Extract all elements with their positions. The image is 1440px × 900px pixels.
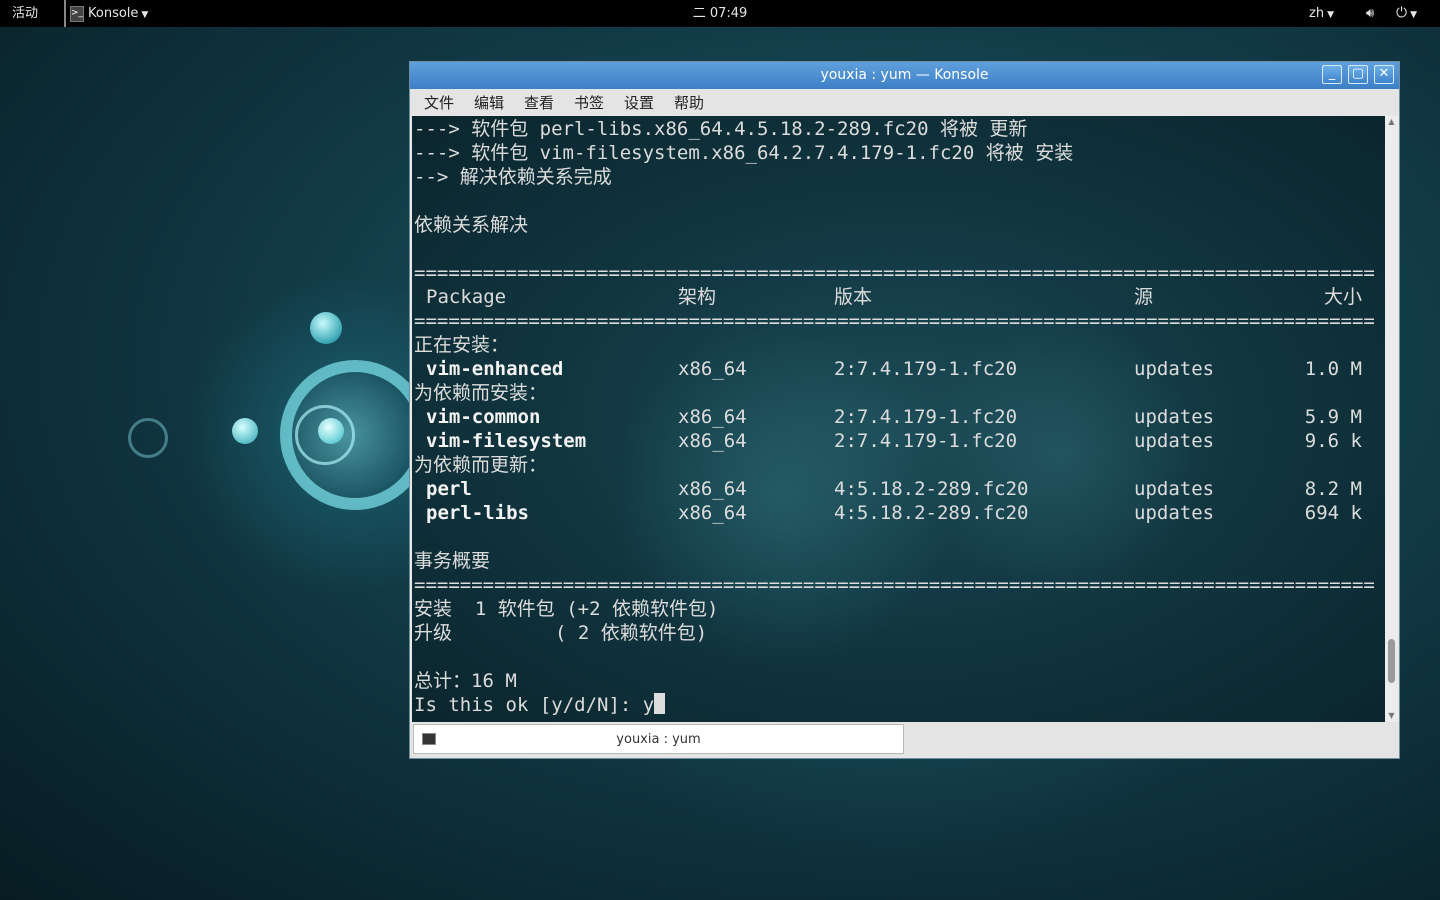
package-name: vim-filesystem	[426, 430, 587, 452]
separator-line: ========================================…	[414, 262, 1374, 284]
package-name: perl	[426, 478, 472, 500]
package-size: 694 k	[1304, 502, 1362, 524]
header-package: Package	[426, 286, 507, 308]
clock[interactable]: 二 07:49	[693, 6, 748, 21]
separator-line: ========================================…	[414, 310, 1374, 332]
menu-bookmarks[interactable]: 书签	[574, 92, 604, 113]
package-version: 4:5.18.2-289.fc20	[834, 502, 1029, 524]
input-language-menu[interactable]: zh ▼	[1309, 0, 1334, 27]
package-version: 2:7.4.179-1.fc20	[834, 430, 1018, 452]
gnome-top-bar: 活动 >_ Konsole ▼ 二 07:49 zh ▼ 🔊︎ ⏻ ▼	[0, 0, 1440, 27]
package-version: 2:7.4.179-1.fc20	[834, 406, 1018, 428]
volume-icon[interactable]: 🔊︎	[1366, 0, 1374, 27]
package-name: perl-libs	[426, 502, 529, 524]
package-size: 8.2 M	[1304, 478, 1362, 500]
terminal-line: 依赖关系解决	[414, 214, 529, 236]
text-cursor	[654, 693, 666, 714]
window-titlebar[interactable]: youxia : yum — Konsole _ ▢ ✕	[410, 62, 1399, 89]
package-repo: updates	[1134, 406, 1215, 428]
chevron-down-icon: ▼	[141, 10, 149, 20]
total-size: 总计：16 M	[414, 670, 517, 692]
separator-line: ========================================…	[414, 574, 1374, 596]
terminal-line: ---> 软件包 vim-filesystem.x86_64.2.7.4.179…	[414, 142, 1074, 164]
package-name: vim-common	[426, 406, 541, 428]
section-dep-install: 为依赖而安装：	[414, 382, 548, 404]
summary-upgrade: 升级 ( 2 依赖软件包)	[414, 622, 708, 644]
window-title: youxia : yum — Konsole	[820, 67, 989, 83]
menu-view[interactable]: 查看	[524, 92, 554, 113]
confirm-prompt: Is this ok [y/d/N]: y	[414, 693, 666, 717]
section-installing: 正在安装：	[414, 334, 510, 356]
package-version: 4:5.18.2-289.fc20	[834, 478, 1029, 500]
maximize-button[interactable]: ▢	[1348, 65, 1368, 84]
app-menu[interactable]: >_ Konsole ▼	[64, 0, 148, 27]
konsole-window: youxia : yum — Konsole _ ▢ ✕ 文件 编辑 查看 书签…	[409, 61, 1400, 759]
terminal-output[interactable]: ---> 软件包 perl-libs.x86_64.4.5.18.2-289.f…	[412, 116, 1385, 722]
wallpaper-bubble	[232, 418, 258, 444]
chevron-down-icon: ▼	[1327, 10, 1334, 20]
package-size: 5.9 M	[1304, 406, 1362, 428]
header-repo: 源	[1134, 286, 1154, 308]
package-name: vim-enhanced	[426, 358, 564, 380]
scrollbar-thumb[interactable]	[1388, 639, 1395, 683]
package-repo: updates	[1134, 430, 1215, 452]
activities-button[interactable]: 活动	[12, 0, 38, 27]
summary-install: 安装 1 软件包 (+2 依赖软件包)	[414, 598, 719, 620]
chevron-down-icon: ▼	[1410, 10, 1417, 20]
close-icon: ✕	[1378, 66, 1390, 81]
package-arch: x86_64	[678, 478, 747, 500]
package-arch: x86_64	[678, 502, 747, 524]
menu-help[interactable]: 帮助	[674, 92, 704, 113]
clock-container: 二 07:49	[0, 0, 1440, 27]
package-arch: x86_64	[678, 406, 747, 428]
app-menu-label: Konsole	[88, 6, 139, 21]
terminal-line: --> 解决依赖关系完成	[414, 166, 612, 188]
close-button[interactable]: ✕	[1374, 65, 1394, 84]
tab-session[interactable]: youxia : yum	[413, 724, 904, 754]
wallpaper-ring-small	[128, 418, 168, 458]
package-version: 2:7.4.179-1.fc20	[834, 358, 1018, 380]
power-icon[interactable]: ⏻ ▼	[1396, 0, 1417, 27]
package-arch: x86_64	[678, 430, 747, 452]
header-version: 版本	[834, 286, 873, 308]
tab-bar: youxia : yum	[410, 722, 1399, 758]
wallpaper-bubble	[318, 418, 344, 444]
section-dep-update: 为依赖而更新：	[414, 454, 548, 476]
package-arch: x86_64	[678, 358, 747, 380]
scroll-down-arrow-icon[interactable]: ▼	[1385, 710, 1398, 722]
minimize-button[interactable]: _	[1322, 65, 1342, 84]
language-label: zh	[1309, 6, 1325, 21]
wallpaper-bubble	[310, 312, 342, 344]
package-repo: updates	[1134, 502, 1215, 524]
menu-bar: 文件 编辑 查看 书签 设置 帮助	[410, 89, 1399, 115]
menu-settings[interactable]: 设置	[624, 92, 654, 113]
scroll-up-arrow-icon[interactable]: ▲	[1385, 116, 1398, 128]
menu-edit[interactable]: 编辑	[474, 92, 504, 113]
maximize-icon: ▢	[1351, 66, 1365, 81]
header-arch: 架构	[678, 286, 717, 308]
prompt-text: Is this ok [y/d/N]: y	[414, 694, 655, 716]
tab-label: youxia : yum	[616, 732, 701, 747]
package-repo: updates	[1134, 358, 1215, 380]
package-size: 9.6 k	[1304, 430, 1362, 452]
package-repo: updates	[1134, 478, 1215, 500]
terminal-icon	[422, 733, 436, 745]
terminal-line: ---> 软件包 perl-libs.x86_64.4.5.18.2-289.f…	[414, 118, 1028, 140]
package-size: 1.0 M	[1304, 358, 1362, 380]
terminal-scrollbar[interactable]: ▲ ▼	[1385, 116, 1398, 722]
konsole-icon: >_	[70, 5, 84, 22]
minimize-icon: _	[1328, 66, 1336, 81]
menu-file[interactable]: 文件	[424, 92, 454, 113]
header-size: 大小	[1323, 286, 1362, 308]
summary-title: 事务概要	[414, 550, 491, 572]
